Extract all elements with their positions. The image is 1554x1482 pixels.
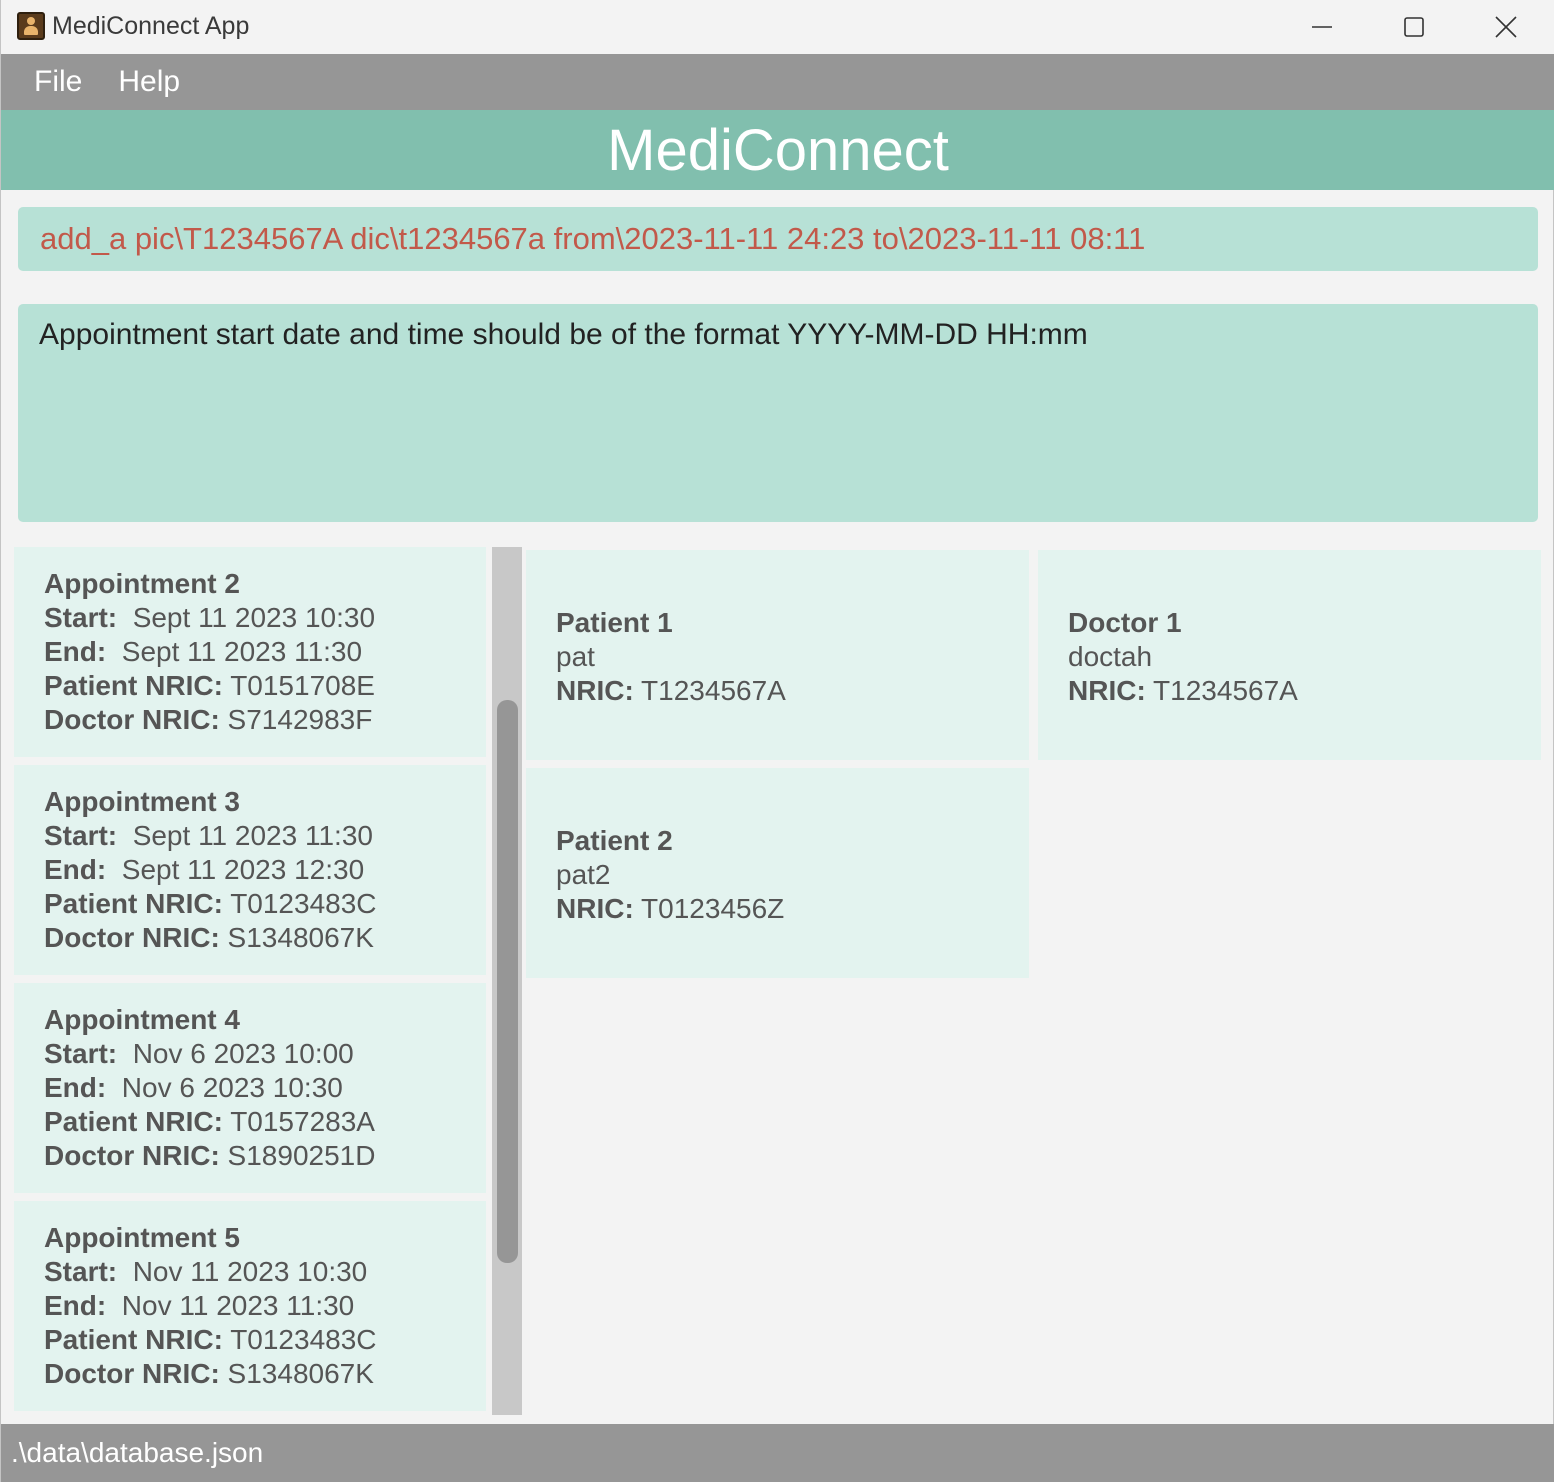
appointment-doctor-row: Doctor NRIC: S1348067K <box>44 1357 486 1391</box>
window-title: MediConnect App <box>52 12 250 40</box>
appointment-start: Nov 6 2023 10:00 <box>132 1038 354 1069</box>
appointment-end-row: End: Sept 11 2023 12:30 <box>44 853 486 887</box>
nric-label: NRIC: <box>556 675 634 706</box>
menu-bar: File Help <box>1 54 1554 110</box>
patient-nric-label: Patient NRIC: <box>44 1106 223 1137</box>
doctor-nric-row: NRIC: T1234567A <box>1068 674 1541 708</box>
appointment-doctor-nric: S1348067K <box>227 922 374 953</box>
appointment-doctor-nric: S7142983F <box>227 704 373 735</box>
app-banner: MediConnect <box>1 110 1554 190</box>
nric-label: NRIC: <box>556 893 634 924</box>
end-label: End: <box>44 636 107 667</box>
status-file-path: .\data\database.json <box>11 1437 264 1468</box>
appointment-start-row: Start: Sept 11 2023 11:30 <box>44 819 486 853</box>
minimize-icon <box>1312 26 1332 28</box>
end-label: End: <box>44 1290 107 1321</box>
appointment-doctor-row: Doctor NRIC: S7142983F <box>44 703 486 737</box>
appointment-patient-nric: T0151708E <box>230 670 375 701</box>
appointment-end: Sept 11 2023 12:30 <box>121 854 365 885</box>
patient-nric: T1234567A <box>641 675 786 706</box>
address-book-icon <box>17 12 45 40</box>
appointment-card[interactable]: Appointment 4 Start: Nov 6 2023 10:00 En… <box>14 983 486 1193</box>
start-label: Start: <box>44 1256 118 1287</box>
appointment-title: Appointment 4 <box>44 1004 240 1035</box>
appointment-start-row: Start: Nov 11 2023 10:30 <box>44 1255 486 1289</box>
appointment-end: Nov 6 2023 10:30 <box>121 1072 343 1103</box>
appointment-end-row: End: Sept 11 2023 11:30 <box>44 635 486 669</box>
patient-nric-label: Patient NRIC: <box>44 670 223 701</box>
appointment-doctor-row: Doctor NRIC: S1890251D <box>44 1139 486 1173</box>
appointment-end-row: End: Nov 11 2023 11:30 <box>44 1289 486 1323</box>
end-label: End: <box>44 854 107 885</box>
start-label: Start: <box>44 602 118 633</box>
appointment-start-row: Start: Nov 6 2023 10:00 <box>44 1037 486 1071</box>
patient-nric-label: Patient NRIC: <box>44 1324 223 1355</box>
appointment-start: Sept 11 2023 10:30 <box>132 602 376 633</box>
patient-title: Patient 2 <box>556 825 673 856</box>
doctor-name: doctah <box>1068 641 1153 672</box>
patient-name: pat2 <box>556 859 611 890</box>
appointment-start-row: Start: Sept 11 2023 10:30 <box>44 601 486 635</box>
appointment-scrollbar-thumb[interactable] <box>497 700 518 1263</box>
doctor-nric-label: Doctor NRIC: <box>44 922 220 953</box>
appointment-end: Nov 11 2023 11:30 <box>121 1290 355 1321</box>
doctor-nric-label: Doctor NRIC: <box>44 1358 220 1389</box>
appointment-patient-nric: T0157283A <box>230 1106 375 1137</box>
command-input-value: add_a pic\T1234567A dic\t1234567a from\2… <box>40 221 1146 256</box>
nric-label: NRIC: <box>1068 675 1146 706</box>
start-label: Start: <box>44 820 118 851</box>
patient-nric-row: NRIC: T1234567A <box>556 674 1029 708</box>
start-label: Start: <box>44 1038 118 1069</box>
patient-card[interactable]: Patient 2 pat2 NRIC: T0123456Z <box>526 768 1029 978</box>
doctor-nric-label: Doctor NRIC: <box>44 704 220 735</box>
appointment-end-row: End: Nov 6 2023 10:30 <box>44 1071 486 1105</box>
status-bar: .\data\database.json <box>1 1424 1554 1482</box>
appointment-title: Appointment 2 <box>44 568 240 599</box>
patient-nric: T0123456Z <box>641 893 785 924</box>
appointment-patient-row: Patient NRIC: T0123483C <box>44 887 486 921</box>
appointment-card[interactable]: Appointment 2 Start: Sept 11 2023 10:30 … <box>14 547 486 757</box>
appointment-start: Nov 11 2023 10:30 <box>132 1256 368 1287</box>
close-button[interactable] <box>1461 0 1551 54</box>
appointment-card[interactable]: Appointment 3 Start: Sept 11 2023 11:30 … <box>14 765 486 975</box>
patient-name: pat <box>556 641 595 672</box>
appointment-end: Sept 11 2023 11:30 <box>121 636 363 667</box>
appointment-title: Appointment 3 <box>44 786 240 817</box>
appointment-start: Sept 11 2023 11:30 <box>132 820 373 851</box>
result-message: Appointment start date and time should b… <box>39 318 1088 351</box>
app-heading: MediConnect <box>607 117 949 183</box>
menu-file[interactable]: File <box>1 65 100 99</box>
patient-nric-label: Patient NRIC: <box>44 888 223 919</box>
appointment-card[interactable]: Appointment 5 Start: Nov 11 2023 10:30 E… <box>14 1201 486 1411</box>
maximize-icon <box>1404 17 1424 37</box>
close-icon <box>1495 16 1517 38</box>
patient-title: Patient 1 <box>556 607 673 638</box>
patient-nric-row: NRIC: T0123456Z <box>556 892 1029 926</box>
doctor-title: Doctor 1 <box>1068 607 1182 638</box>
maximize-button[interactable] <box>1369 0 1459 54</box>
appointment-doctor-row: Doctor NRIC: S1348067K <box>44 921 486 955</box>
appointment-patient-nric: T0123483C <box>230 1324 377 1355</box>
appointment-title: Appointment 5 <box>44 1222 240 1253</box>
minimize-button[interactable] <box>1277 0 1367 54</box>
doctor-nric: T1234567A <box>1153 675 1298 706</box>
title-bar: MediConnect App <box>1 0 1554 54</box>
appointment-doctor-nric: S1890251D <box>227 1140 376 1171</box>
doctor-nric-label: Doctor NRIC: <box>44 1140 220 1171</box>
doctor-card[interactable]: Doctor 1 doctah NRIC: T1234567A <box>1038 550 1541 760</box>
appointment-doctor-nric: S1348067K <box>227 1358 374 1389</box>
appointment-patient-row: Patient NRIC: T0151708E <box>44 669 486 703</box>
patient-card[interactable]: Patient 1 pat NRIC: T1234567A <box>526 550 1029 760</box>
menu-help[interactable]: Help <box>100 65 198 99</box>
appointment-list[interactable]: Appointment 2 Start: Sept 11 2023 10:30 … <box>14 547 522 1415</box>
appointment-patient-row: Patient NRIC: T0157283A <box>44 1105 486 1139</box>
appointment-patient-nric: T0123483C <box>230 888 377 919</box>
command-input[interactable]: add_a pic\T1234567A dic\t1234567a from\2… <box>18 207 1538 271</box>
appointment-patient-row: Patient NRIC: T0123483C <box>44 1323 486 1357</box>
end-label: End: <box>44 1072 107 1103</box>
result-display[interactable]: Appointment start date and time should b… <box>18 304 1538 522</box>
